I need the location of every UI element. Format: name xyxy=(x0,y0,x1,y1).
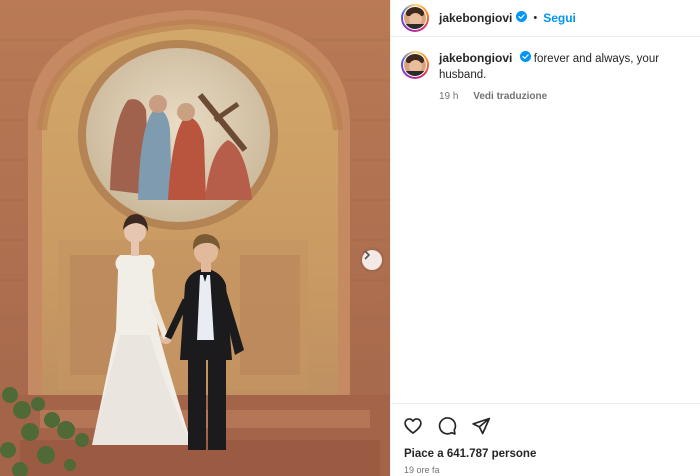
likes-count[interactable]: Piace a 641.787 persone xyxy=(404,448,536,460)
caption-author-avatar[interactable] xyxy=(401,51,429,79)
caption-username[interactable]: jakebongiovi xyxy=(439,51,512,65)
caption-meta: 19 h Vedi traduzione xyxy=(439,89,696,105)
post-sidebar: jakebongiovi • Segui jakebongiovi foreve… xyxy=(390,0,700,476)
verified-badge-icon xyxy=(516,9,528,27)
avatar-photo xyxy=(403,53,427,77)
separator-dot: • xyxy=(533,12,538,24)
post-header: jakebongiovi • Segui xyxy=(391,0,700,37)
share-button[interactable] xyxy=(471,416,491,436)
like-button[interactable] xyxy=(403,416,423,436)
send-icon xyxy=(472,417,491,435)
chevron-right-icon xyxy=(364,250,370,260)
caption-time[interactable]: 19 h xyxy=(439,91,458,102)
avatar-photo xyxy=(403,6,427,30)
follow-button[interactable]: Segui xyxy=(543,11,576,25)
carousel-next-button[interactable] xyxy=(362,250,382,270)
verified-badge-icon xyxy=(519,50,531,67)
post-timestamp[interactable]: 19 ore fa xyxy=(404,465,440,475)
action-icons xyxy=(403,416,491,436)
wedding-photo-illustration xyxy=(0,0,390,476)
caption: jakebongiovi forever and always, your hu… xyxy=(401,50,696,105)
caption-body: jakebongiovi forever and always, your hu… xyxy=(439,50,696,105)
comment-button[interactable] xyxy=(437,416,457,436)
author-avatar[interactable] xyxy=(401,4,429,32)
post-actions: Piace a 641.787 persone 19 ore fa xyxy=(391,403,700,476)
heart-icon xyxy=(404,418,422,434)
author-username[interactable]: jakebongiovi xyxy=(439,11,512,25)
see-translation-link[interactable]: Vedi traduzione xyxy=(473,91,547,102)
post-photo xyxy=(0,0,390,476)
comment-icon xyxy=(438,417,457,435)
